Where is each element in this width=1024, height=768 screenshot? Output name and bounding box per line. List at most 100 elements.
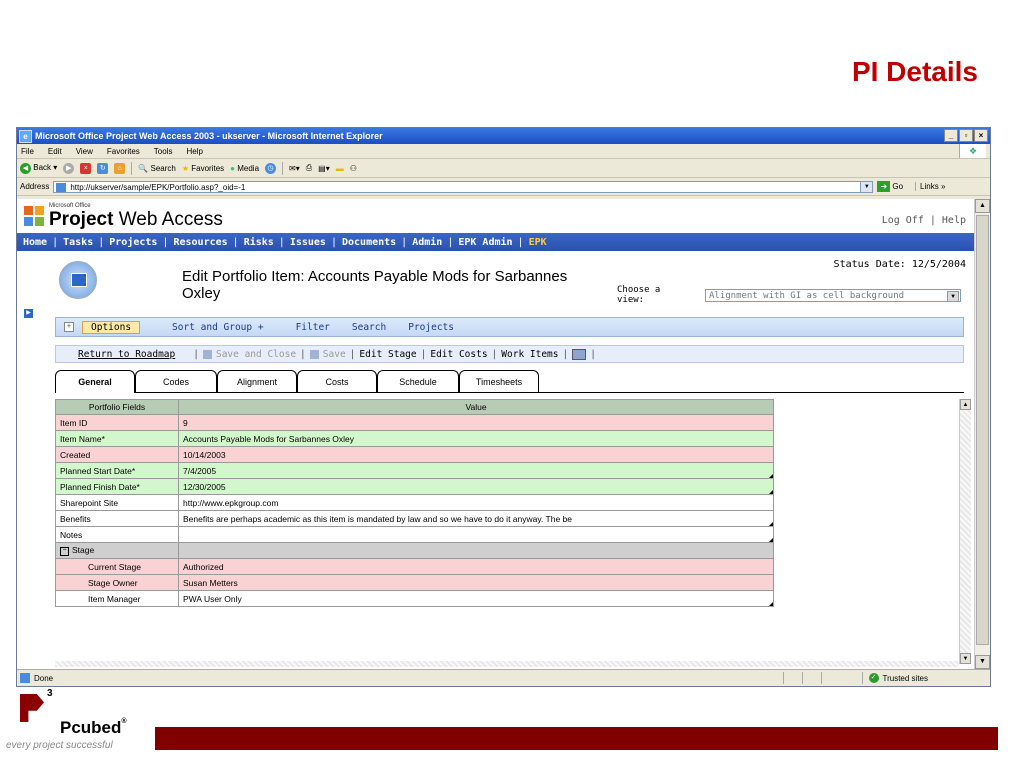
field-label: Created: [55, 446, 179, 463]
projects-link[interactable]: Projects: [408, 322, 454, 333]
header-links[interactable]: Log Off | Help: [882, 215, 966, 226]
nav-projects[interactable]: Projects: [109, 237, 157, 248]
page-content: Microsoft Office Project Web Access Log …: [17, 199, 974, 669]
tab-costs[interactable]: Costs: [297, 370, 377, 392]
nav-epk-admin[interactable]: EPK Admin: [458, 237, 512, 248]
options-button[interactable]: Options: [82, 320, 141, 334]
table-row: Current Stage Authorized: [55, 558, 774, 575]
field-value[interactable]: 12/30/2005: [178, 478, 774, 495]
favorites-button[interactable]: ★ Favorites: [182, 164, 224, 173]
refresh-button[interactable]: ↻: [97, 162, 109, 174]
field-label: Planned Finish Date*: [55, 478, 179, 495]
field-value: [178, 542, 774, 559]
pcubed-logo-icon: [20, 694, 44, 722]
grid-scrollbar[interactable]: ▲ ▼: [959, 399, 971, 664]
page-icon: [56, 182, 67, 192]
footer-tagline: every project successful: [6, 740, 113, 751]
collapse-icon[interactable]: −: [60, 546, 69, 556]
save-close-button[interactable]: Save and Close: [202, 349, 296, 360]
view-select[interactable]: Alignment with GI as cell background ▼: [705, 289, 961, 302]
address-url: http://ukserver/sample/EPK/Portfolio.asp…: [70, 182, 246, 192]
nav-risks[interactable]: Risks: [244, 237, 274, 248]
menu-favorites[interactable]: Favorites: [107, 147, 140, 156]
stage-group-row[interactable]: − Stage: [55, 542, 774, 559]
scroll-down-icon[interactable]: ▼: [960, 653, 971, 664]
tab-general[interactable]: General: [55, 370, 135, 393]
field-value[interactable]: PWA User Only: [178, 590, 774, 607]
nav-admin[interactable]: Admin: [412, 237, 442, 248]
nav-resources[interactable]: Resources: [173, 237, 227, 248]
scroll-up-icon[interactable]: ▲: [975, 199, 990, 213]
field-value[interactable]: 7/4/2005: [178, 462, 774, 479]
edit-costs-button[interactable]: Edit Costs: [430, 349, 487, 360]
folder-button[interactable]: ▬: [336, 164, 344, 173]
tab-codes[interactable]: Codes: [135, 370, 217, 392]
history-button[interactable]: ◷: [265, 162, 277, 174]
print-button[interactable]: ⎙: [306, 163, 312, 173]
status-date: Status Date: 12/5/2004: [833, 259, 966, 270]
field-value[interactable]: Benefits are perhaps academic as this it…: [178, 510, 774, 527]
media-button[interactable]: ● Media: [230, 164, 259, 173]
dropdown-arrow-icon[interactable]: ▼: [947, 291, 959, 302]
browser-status-bar: Done ✓ Trusted sites: [17, 669, 990, 686]
menu-edit[interactable]: Edit: [48, 147, 62, 156]
table-row: Notes: [55, 526, 774, 543]
nav-issues[interactable]: Issues: [290, 237, 326, 248]
minimize-button[interactable]: _: [944, 129, 958, 142]
edit-button[interactable]: ▤▾: [318, 164, 330, 173]
nav-tasks[interactable]: Tasks: [63, 237, 93, 248]
stop-button[interactable]: ×: [80, 162, 92, 174]
field-value[interactable]: [178, 526, 774, 543]
filter-button[interactable]: Filter: [296, 322, 330, 333]
picture-icon[interactable]: [572, 348, 587, 360]
address-dropdown-icon[interactable]: ▼: [860, 181, 873, 192]
column-header: Portfolio Fields: [55, 399, 179, 415]
save-button[interactable]: Save: [309, 349, 346, 360]
nav-documents[interactable]: Documents: [342, 237, 396, 248]
nav-epk[interactable]: EPK: [529, 237, 547, 248]
close-button[interactable]: ×: [974, 129, 988, 142]
stage-group-label[interactable]: − Stage: [55, 542, 179, 559]
action-bar: Return to Roadmap | Save and Close | Sav…: [55, 345, 964, 363]
menu-help[interactable]: Help: [186, 147, 202, 156]
go-button[interactable]: ➔ Go: [877, 181, 903, 192]
work-items-button[interactable]: Work Items: [501, 349, 558, 360]
maximize-button[interactable]: ▫: [959, 129, 973, 142]
tab-alignment[interactable]: Alignment: [217, 370, 297, 392]
main-nav: Home | Tasks | Projects | Resources | Risks |…: [17, 233, 974, 251]
links-button[interactable]: Links »: [915, 182, 945, 191]
tab-schedule[interactable]: Schedule: [377, 370, 459, 392]
scroll-thumb[interactable]: [976, 215, 989, 645]
side-pane-toggle-icon[interactable]: ▶: [24, 309, 33, 318]
forward-button[interactable]: ▶: [63, 162, 75, 174]
back-button[interactable]: ◀ Back ▾: [20, 162, 57, 174]
search-icon: 🔍: [138, 163, 149, 173]
address-input[interactable]: http://ukserver/sample/EPK/Portfolio.asp…: [53, 180, 874, 193]
sort-group-button[interactable]: Sort and Group +: [172, 322, 264, 333]
scroll-up-icon[interactable]: ▲: [960, 399, 971, 410]
portfolio-icon: [59, 261, 97, 299]
menu-tools[interactable]: Tools: [154, 147, 173, 156]
menu-file[interactable]: File: [21, 147, 34, 156]
expand-icon[interactable]: +: [64, 322, 74, 332]
scroll-down-icon[interactable]: ▼: [975, 655, 990, 669]
menu-view[interactable]: View: [76, 147, 93, 156]
search-button[interactable]: 🔍 Search: [138, 164, 176, 173]
field-value[interactable]: http://www.epkgroup.com: [178, 494, 774, 511]
address-label: Address: [20, 182, 50, 191]
field-value: 10/14/2003: [178, 446, 774, 463]
messenger-button[interactable]: ⚇: [350, 164, 357, 173]
search-link[interactable]: Search: [352, 322, 386, 333]
edit-stage-button[interactable]: Edit Stage: [359, 349, 416, 360]
status-text: Done: [34, 673, 54, 683]
field-value[interactable]: Accounts Payable Mods for Sarbannes Oxle…: [178, 430, 774, 447]
return-roadmap-button[interactable]: Return to Roadmap: [78, 349, 175, 360]
home-button[interactable]: ⌂: [114, 162, 126, 174]
browser-title: Microsoft Office Project Web Access 2003…: [35, 131, 383, 141]
nav-home[interactable]: Home: [23, 237, 47, 248]
grid-horizontal-scrollbar[interactable]: [55, 661, 959, 667]
status-panes: [783, 672, 840, 684]
page-scrollbar[interactable]: ▲ ▼: [974, 199, 990, 669]
mail-button[interactable]: ✉▾: [289, 164, 300, 173]
tab-timesheets[interactable]: Timesheets: [459, 370, 539, 392]
